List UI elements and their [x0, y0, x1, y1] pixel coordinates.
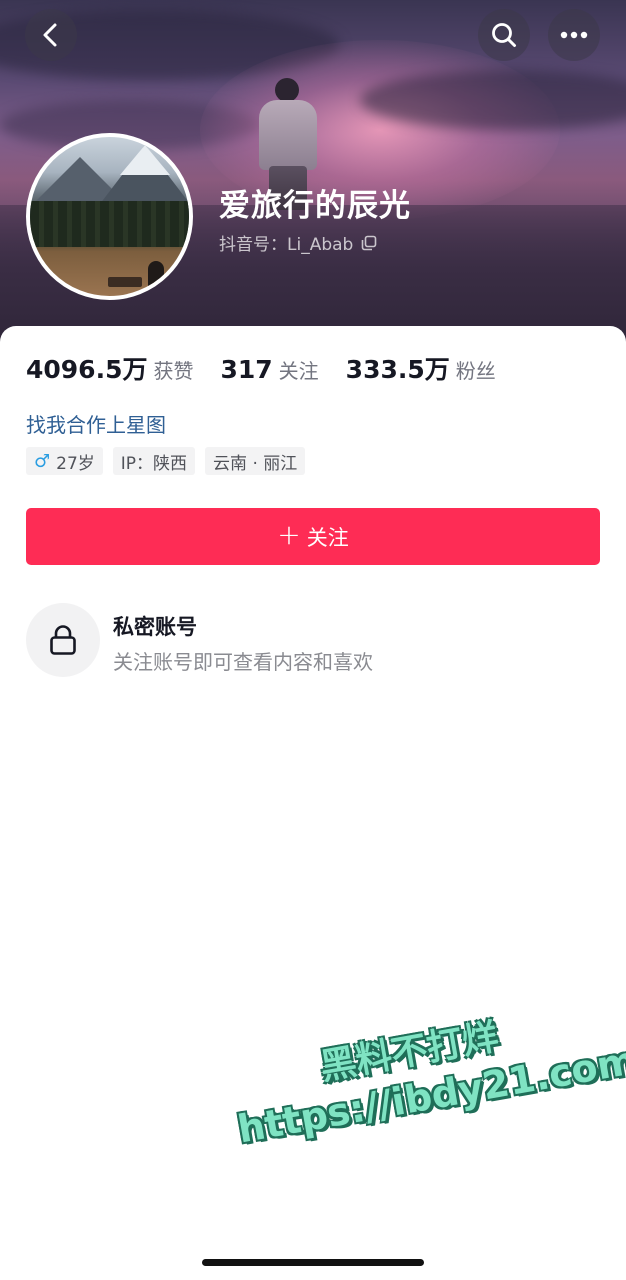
back-button[interactable]	[25, 9, 77, 61]
stat-value: 4096.5万	[26, 355, 148, 384]
douyin-id-label: 抖音号：Li_Abab	[219, 235, 354, 255]
stat-label: 关注	[278, 359, 319, 383]
lock-icon	[50, 625, 76, 655]
cooperation-link[interactable]: 找我合作上星图	[26, 409, 166, 438]
male-icon: ♂	[34, 450, 51, 472]
search-button[interactable]	[478, 9, 530, 61]
douyin-id[interactable]: 抖音号：Li_Abab	[219, 230, 377, 255]
private-account-title: 私密账号	[113, 615, 197, 639]
stat-label: 获赞	[153, 359, 194, 383]
tag-age: 27岁	[56, 453, 95, 474]
copy-icon[interactable]	[361, 235, 377, 251]
profile-tags: ♂ 27岁 IP：陕西 云南 · 丽江	[26, 447, 306, 475]
private-account-notice: 私密账号 关注账号即可查看内容和喜欢	[26, 603, 586, 679]
stat-label: 粉丝	[455, 359, 496, 383]
more-button[interactable]	[548, 9, 600, 61]
profile-stats: 4096.5万 获赞 317 关注 333.5万 粉丝	[26, 350, 523, 386]
profile-name: 爱旅行的辰光	[219, 188, 411, 224]
tag-ip: IP：陕西	[112, 447, 196, 475]
follow-button-label: 关注	[306, 525, 349, 550]
follow-button[interactable]: + 关注	[26, 508, 600, 565]
search-icon	[492, 23, 516, 47]
stat-value: 333.5万	[345, 355, 450, 384]
more-horizontal-icon	[560, 31, 588, 39]
avatar[interactable]	[26, 133, 193, 300]
home-indicator[interactable]	[202, 1259, 424, 1266]
chevron-left-icon	[43, 23, 57, 47]
tag-gender-age: ♂ 27岁	[26, 447, 103, 475]
stat-followers[interactable]: 333.5万 粉丝	[346, 350, 496, 386]
tag-location[interactable]: 云南 · 丽江	[205, 447, 306, 475]
private-account-description: 关注账号即可查看内容和喜欢	[113, 650, 373, 674]
lock-icon-container	[26, 603, 100, 677]
stat-likes[interactable]: 4096.5万 获赞	[26, 350, 193, 386]
stat-value: 317	[220, 355, 273, 384]
stat-following[interactable]: 317 关注	[220, 355, 318, 384]
plus-icon: +	[277, 518, 301, 551]
